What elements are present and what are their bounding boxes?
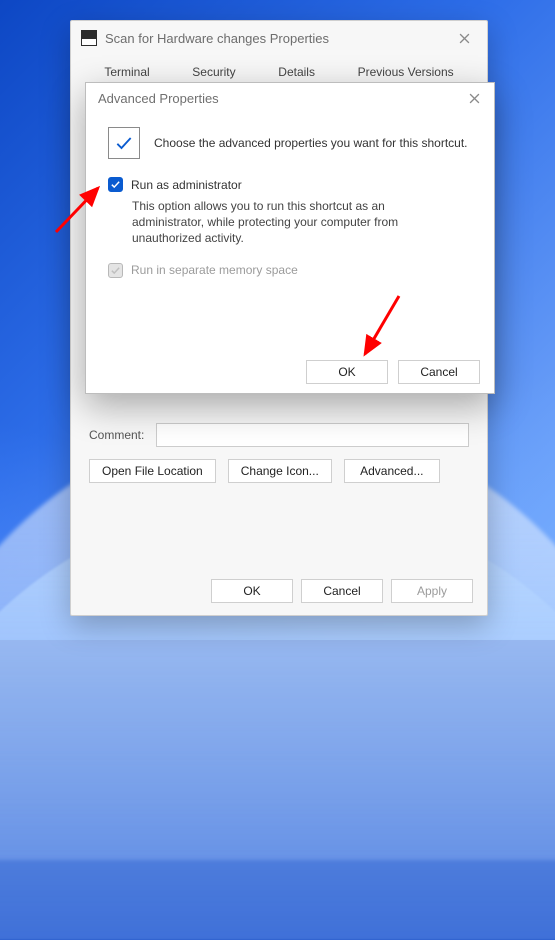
advanced-ok-button[interactable]: OK [306, 360, 388, 384]
open-file-location-button[interactable]: Open File Location [89, 459, 216, 483]
close-icon [459, 33, 470, 44]
run-separate-memory-checkbox [108, 263, 123, 278]
tab-details[interactable]: Details [274, 61, 319, 83]
advanced-intro: Choose the advanced properties you want … [108, 127, 476, 159]
run-as-admin-description: This option allows you to run this short… [132, 198, 432, 247]
properties-apply-button[interactable]: Apply [391, 579, 473, 603]
comment-label: Comment: [89, 428, 144, 442]
properties-tabs: Terminal Security Details Previous Versi… [71, 55, 487, 83]
properties-ok-button[interactable]: OK [211, 579, 293, 603]
advanced-title: Advanced Properties [98, 91, 219, 106]
shortcut-buttons-row: Open File Location Change Icon... Advanc… [89, 459, 469, 483]
run-separate-memory-option: Run in separate memory space [108, 263, 476, 278]
run-as-admin-checkbox[interactable] [108, 177, 123, 192]
properties-titlebar: Scan for Hardware changes Properties [71, 21, 487, 55]
comment-input[interactable] [156, 423, 469, 447]
tab-terminal[interactable]: Terminal [100, 61, 153, 83]
terminal-icon [81, 30, 97, 46]
tab-previous-versions[interactable]: Previous Versions [354, 61, 458, 83]
properties-footer: OK Cancel Apply [71, 567, 487, 615]
properties-cancel-button[interactable]: Cancel [301, 579, 383, 603]
comment-row: Comment: [89, 423, 469, 447]
advanced-footer: OK Cancel [86, 351, 494, 393]
run-as-admin-option: Run as administrator This option allows … [108, 177, 476, 247]
advanced-button[interactable]: Advanced... [344, 459, 440, 483]
advanced-close-button[interactable] [460, 88, 488, 108]
advanced-cancel-button[interactable]: Cancel [398, 360, 480, 384]
tab-security[interactable]: Security [188, 61, 239, 83]
advanced-body: Choose the advanced properties you want … [86, 113, 494, 298]
close-icon [469, 93, 480, 104]
run-separate-memory-label: Run in separate memory space [131, 263, 298, 277]
checkmark-box-icon [108, 127, 140, 159]
advanced-properties-dialog: Advanced Properties Choose the advanced … [85, 82, 495, 394]
advanced-intro-text: Choose the advanced properties you want … [154, 136, 468, 150]
change-icon-button[interactable]: Change Icon... [228, 459, 332, 483]
properties-title: Scan for Hardware changes Properties [105, 31, 329, 46]
properties-close-button[interactable] [449, 27, 479, 49]
run-as-admin-label: Run as administrator [131, 178, 242, 192]
advanced-titlebar: Advanced Properties [86, 83, 494, 113]
